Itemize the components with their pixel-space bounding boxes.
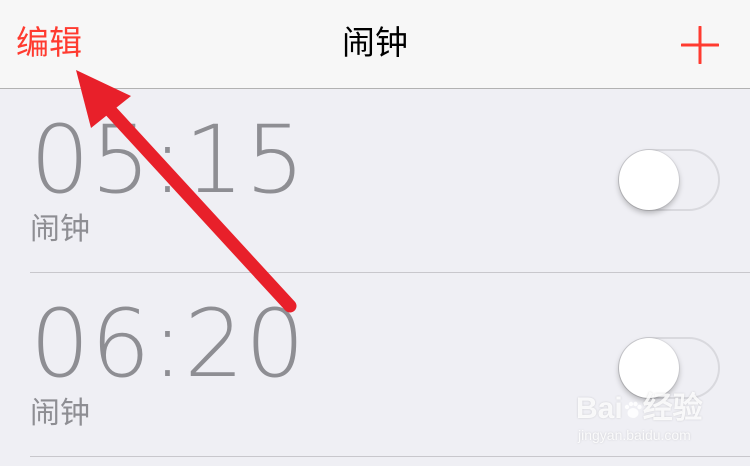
alarm-toggle[interactable]	[618, 337, 720, 399]
watermark-logo: Bai 经验	[576, 392, 736, 426]
watermark-url: jingyan.baidu.com	[578, 427, 691, 443]
navigation-bar: 编辑 闹钟	[0, 0, 750, 89]
page-title: 闹钟	[342, 23, 408, 62]
clock-alarm-screen: 编辑 闹钟 05:15 闹钟 06:20 闹钟 Bai 经验 jingyan.b…	[0, 0, 750, 466]
paw-icon	[624, 401, 642, 418]
row-separator	[30, 456, 750, 457]
toggle-knob[interactable]	[619, 338, 679, 398]
alarm-row[interactable]: 05:15 闹钟	[0, 89, 750, 273]
add-alarm-button[interactable]	[680, 25, 720, 65]
alarm-label: 闹钟	[30, 396, 90, 431]
alarm-time: 06:20	[30, 290, 306, 399]
plus-icon	[680, 25, 720, 65]
baidu-jingyan-watermark: Bai 经验 jingyan.baidu.com	[576, 392, 736, 452]
watermark-brand-prefix: Bai	[576, 392, 623, 425]
toggle-knob[interactable]	[619, 150, 679, 210]
alarm-time: 05:15	[30, 106, 306, 215]
alarm-toggle[interactable]	[618, 149, 720, 211]
watermark-brand-suffix: 经验	[642, 392, 703, 425]
alarm-label: 闹钟	[30, 212, 90, 247]
